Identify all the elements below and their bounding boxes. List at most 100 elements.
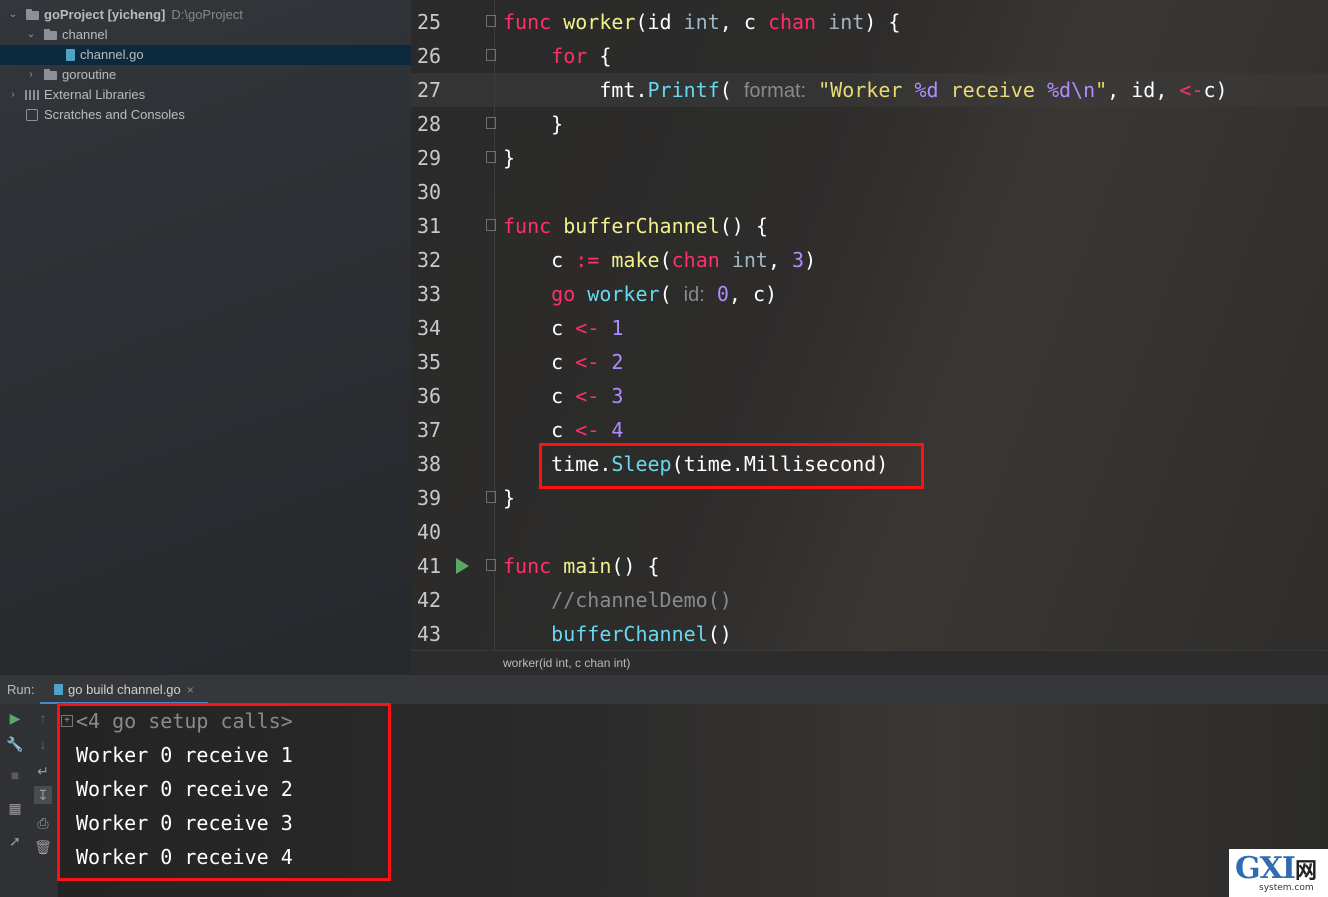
code-text[interactable]: }: [503, 141, 515, 175]
fold-marker-icon[interactable]: [486, 219, 496, 231]
line-number[interactable]: 31: [417, 209, 453, 243]
line-number[interactable]: 40: [417, 515, 453, 549]
tree-item-project-root[interactable]: ⌄ goProject [yicheng] D:\goProject: [0, 5, 411, 25]
line-number[interactable]: 26: [417, 39, 453, 73]
fold-marker-icon[interactable]: [486, 49, 496, 61]
tree-item-channel-go[interactable]: channel.go: [0, 45, 411, 65]
stop-icon[interactable]: ■: [6, 766, 24, 784]
line-number[interactable]: 36: [417, 379, 453, 413]
code-line[interactable]: 28 }: [411, 107, 1328, 141]
tree-item-external-libraries[interactable]: › External Libraries: [0, 85, 411, 105]
folder-icon: [44, 69, 57, 80]
fold-marker-icon[interactable]: [486, 151, 496, 163]
line-number[interactable]: 27: [417, 73, 453, 107]
fold-marker-icon[interactable]: [486, 491, 496, 503]
code-text[interactable]: func main() {: [503, 549, 660, 583]
code-token: bufferChannel: [503, 622, 708, 646]
tree-item-scratches[interactable]: Scratches and Consoles: [0, 105, 411, 125]
fold-marker-icon[interactable]: [486, 15, 496, 27]
line-number[interactable]: 28: [417, 107, 453, 141]
rerun-icon[interactable]: ▶: [6, 709, 24, 727]
line-number[interactable]: 34: [417, 311, 453, 345]
scratches-icon: [26, 109, 38, 121]
line-number[interactable]: 25: [417, 5, 453, 39]
line-number[interactable]: 33: [417, 277, 453, 311]
code-text[interactable]: c <- 4: [503, 413, 623, 447]
code-token: 3: [611, 384, 624, 408]
code-token: c): [1203, 78, 1228, 102]
code-text[interactable]: go worker( id: 0, c): [503, 277, 777, 312]
project-tree: ⌄ goProject [yicheng] D:\goProject ⌄ chan…: [0, 0, 411, 674]
code-text[interactable]: for {: [503, 39, 611, 73]
code-text[interactable]: }: [503, 481, 515, 515]
code-line[interactable]: 33 go worker( id: 0, c): [411, 277, 1328, 311]
code-text[interactable]: func worker(id int, c chan int) {: [503, 5, 900, 39]
scroll-to-end-icon[interactable]: ↧: [34, 786, 52, 804]
code-text[interactable]: fmt.Printf( format: "Worker %d receive %…: [503, 73, 1228, 108]
code-line[interactable]: 42 //channelDemo(): [411, 583, 1328, 617]
run-tab[interactable]: go build channel.go ×: [40, 678, 208, 705]
arrow-up-icon[interactable]: ↑: [34, 709, 52, 727]
line-number[interactable]: 38: [417, 447, 453, 481]
code-text[interactable]: c <- 1: [503, 311, 623, 345]
code-line[interactable]: 41 func main() {: [411, 549, 1328, 583]
trash-icon[interactable]: 🗑: [34, 838, 52, 856]
tree-item-goroutine[interactable]: › goroutine: [0, 65, 411, 85]
code-token: int: [816, 10, 865, 34]
code-token: int: [683, 10, 720, 34]
code-line[interactable]: 31 func bufferChannel() {: [411, 209, 1328, 243]
tree-item-channel[interactable]: ⌄ channel: [0, 25, 411, 45]
code-text[interactable]: c <- 2: [503, 345, 623, 379]
code-line[interactable]: 29}: [411, 141, 1328, 175]
line-number[interactable]: 41: [417, 549, 453, 583]
code-line[interactable]: 25 func worker(id int, c chan int) {: [411, 5, 1328, 39]
code-token: :=: [575, 248, 600, 272]
fold-marker-icon[interactable]: [486, 559, 496, 571]
print-icon[interactable]: ⎙: [34, 814, 52, 832]
soft-wrap-icon[interactable]: ↵: [34, 762, 52, 780]
line-number[interactable]: 30: [417, 175, 453, 209]
code-line[interactable]: 37 c <- 4: [411, 413, 1328, 447]
code-text[interactable]: c <- 3: [503, 379, 623, 413]
line-number[interactable]: 43: [417, 617, 453, 651]
code-token: c: [503, 384, 576, 408]
line-number[interactable]: 32: [417, 243, 453, 277]
line-number[interactable]: 39: [417, 481, 453, 515]
chevron-down-icon[interactable]: ⌄: [26, 25, 36, 45]
code-text[interactable]: c := make(chan int, 3): [503, 243, 816, 277]
code-token: {: [587, 44, 612, 68]
layout-icon[interactable]: ▦: [6, 799, 24, 817]
code-line[interactable]: 40: [411, 515, 1328, 549]
breadcrumb[interactable]: worker(id int, c chan int): [411, 650, 1328, 674]
code-line[interactable]: 36 c <- 3: [411, 379, 1328, 413]
fold-marker-icon[interactable]: [486, 117, 496, 129]
line-number[interactable]: 35: [417, 345, 453, 379]
code-text[interactable]: bufferChannel(): [503, 617, 732, 651]
code-text[interactable]: func bufferChannel() {: [503, 209, 768, 243]
chevron-down-icon[interactable]: ⌄: [8, 5, 18, 25]
code-line[interactable]: 35 c <- 2: [411, 345, 1328, 379]
code-line[interactable]: 32 c := make(chan int, 3): [411, 243, 1328, 277]
line-number[interactable]: 37: [417, 413, 453, 447]
chevron-right-icon[interactable]: ›: [8, 85, 18, 105]
code-token: c: [503, 316, 576, 340]
code-line[interactable]: 43 bufferChannel(): [411, 617, 1328, 651]
code-text[interactable]: //channelDemo(): [503, 583, 732, 617]
code-line[interactable]: 27 fmt.Printf( format: "Worker %d receiv…: [411, 73, 1328, 107]
arrow-down-icon[interactable]: ↓: [34, 735, 52, 753]
pin-icon[interactable]: ➚: [6, 832, 24, 850]
code-line[interactable]: 34 c <- 1: [411, 311, 1328, 345]
code-editor[interactable]: 25 func worker(id int, c chan int) {26 fo…: [411, 0, 1328, 674]
code-token: bufferChannel: [551, 214, 720, 238]
tree-item-label: channel: [62, 27, 108, 42]
close-icon[interactable]: ×: [187, 683, 194, 697]
chevron-right-icon[interactable]: ›: [26, 65, 36, 85]
line-number[interactable]: 29: [417, 141, 453, 175]
run-gutter-icon[interactable]: [456, 558, 469, 574]
code-line[interactable]: 26 for {: [411, 39, 1328, 73]
wrench-icon[interactable]: 🔧: [6, 735, 24, 753]
code-line[interactable]: 30: [411, 175, 1328, 209]
line-number[interactable]: 42: [417, 583, 453, 617]
code-text[interactable]: }: [503, 107, 563, 141]
